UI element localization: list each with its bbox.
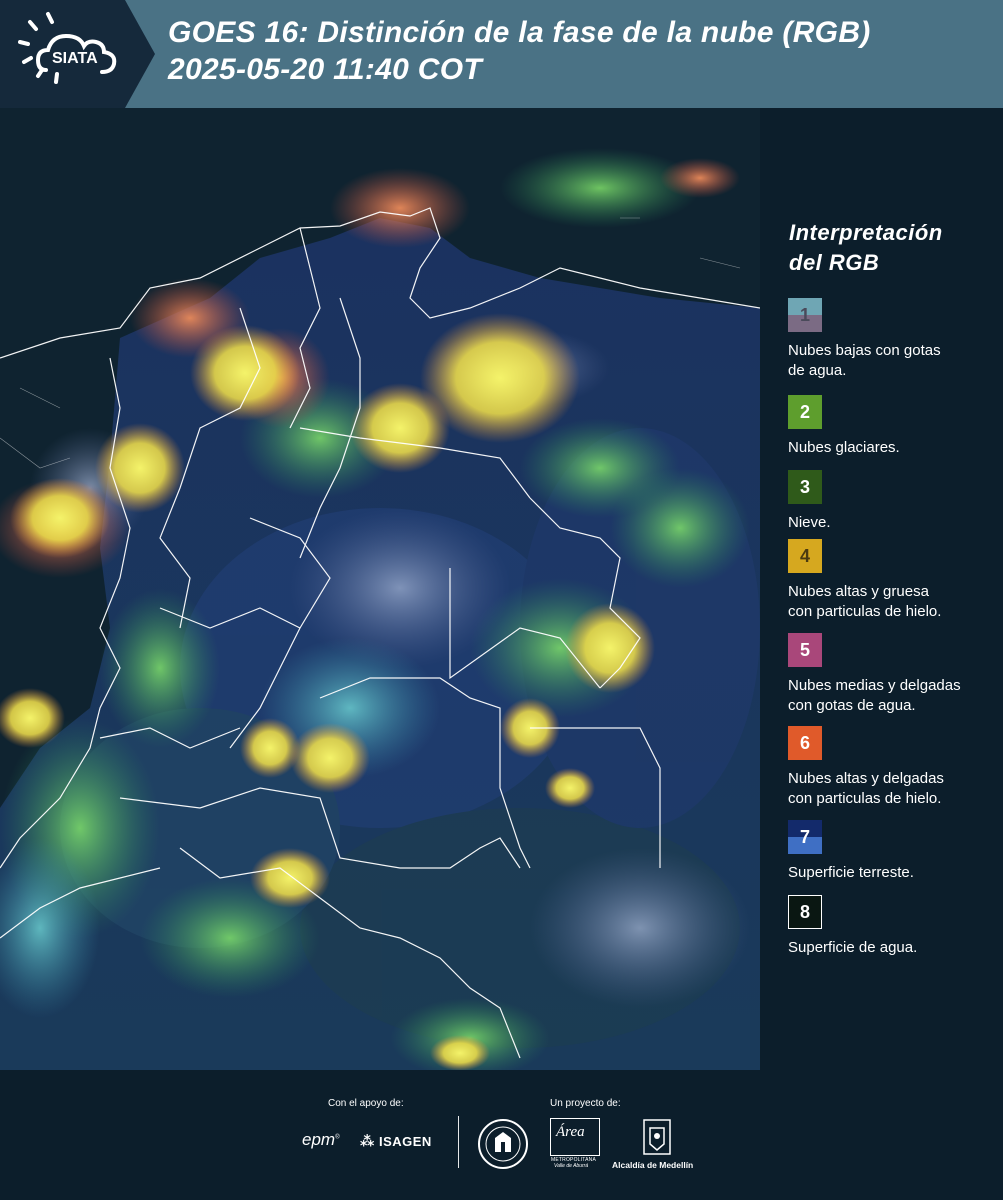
- legend-title-line1: Interpretación: [789, 220, 943, 245]
- svg-text:SIATA: SIATA: [52, 50, 98, 67]
- legend-label-8: Superficie de agua.: [788, 939, 918, 956]
- legend-swatch-6: 6: [788, 726, 822, 760]
- legend-label-5: Nubes medias y delgadas con gotas de agu…: [788, 677, 961, 714]
- legend-item-1: 1 Nubes bajas con gotas de agua.: [788, 298, 998, 381]
- legend-swatch-8: 8: [788, 895, 822, 929]
- title-line-timestamp: 2025-05-20 11:40 COT: [168, 53, 482, 86]
- title-line-product: GOES 16: Distinción de la fase de la nub…: [168, 16, 871, 49]
- legend-label-6: Nubes altas y delgadas con particulas de…: [788, 770, 944, 807]
- legend-swatch-2: 2: [788, 395, 822, 429]
- legend-label-7: Superficie terreste.: [788, 864, 914, 881]
- legend-item-7: 7 Superficie terreste.: [788, 820, 998, 883]
- legend-item-3: 3 Nieve.: [788, 470, 998, 533]
- support-caption: Con el apoyo de:: [328, 1098, 404, 1109]
- medellin-shield-icon: [643, 1119, 671, 1155]
- siata-logo: SIATA: [0, 0, 155, 108]
- university-seal-logo: [477, 1118, 529, 1175]
- legend-label-2: Nubes glaciares.: [788, 439, 900, 456]
- rgb-satellite-image: [0, 108, 760, 1070]
- isagen-logo: ⁂ ISAGEN: [360, 1133, 432, 1149]
- isagen-icon: ⁂: [360, 1133, 375, 1149]
- legend-item-6: 6 Nubes altas y delgadas con particulas …: [788, 726, 998, 809]
- legend-label-4: Nubes altas y gruesa con particulas de h…: [788, 583, 942, 620]
- legend-swatch-7: 7: [788, 820, 822, 854]
- footer: Con el apoyo de: Un proyecto de: epm® ⁂ …: [0, 1070, 1003, 1200]
- legend-item-5: 5 Nubes medias y delgadas con gotas de a…: [788, 633, 998, 716]
- siata-logo-panel: SIATA: [0, 0, 155, 108]
- legend-swatch-1: 1: [788, 298, 822, 332]
- project-caption: Un proyecto de:: [550, 1098, 621, 1109]
- legend-swatch-5: 5: [788, 633, 822, 667]
- legend-label-1: Nubes bajas con gotas de agua.: [788, 342, 941, 379]
- legend-title-line2: del RGB: [789, 250, 880, 275]
- legend-title: Interpretación del RGB: [789, 218, 999, 278]
- legend-swatch-3: 3: [788, 470, 822, 504]
- page-title: GOES 16: Distinción de la fase de la nub…: [168, 14, 988, 88]
- legend-item-2: 2 Nubes glaciares.: [788, 395, 998, 458]
- legend-item-8: 8 Superficie de agua.: [788, 895, 998, 958]
- legend-swatch-4: 4: [788, 539, 822, 573]
- legend-item-4: 4 Nubes altas y gruesa con particulas de…: [788, 539, 998, 622]
- epm-logo: epm®: [302, 1130, 340, 1149]
- legend-label-3: Nieve.: [788, 514, 831, 531]
- area-metropolitana-logo: Área METROPOLITANA Valle de Aburrá: [550, 1118, 600, 1169]
- satellite-map: [0, 108, 760, 1070]
- legend-panel: Interpretación del RGB 1 Nubes bajas con…: [760, 108, 1003, 1070]
- footer-divider: [458, 1116, 459, 1168]
- header-bar: SIATA GOES 16: Distinción de la fase de …: [0, 0, 1003, 108]
